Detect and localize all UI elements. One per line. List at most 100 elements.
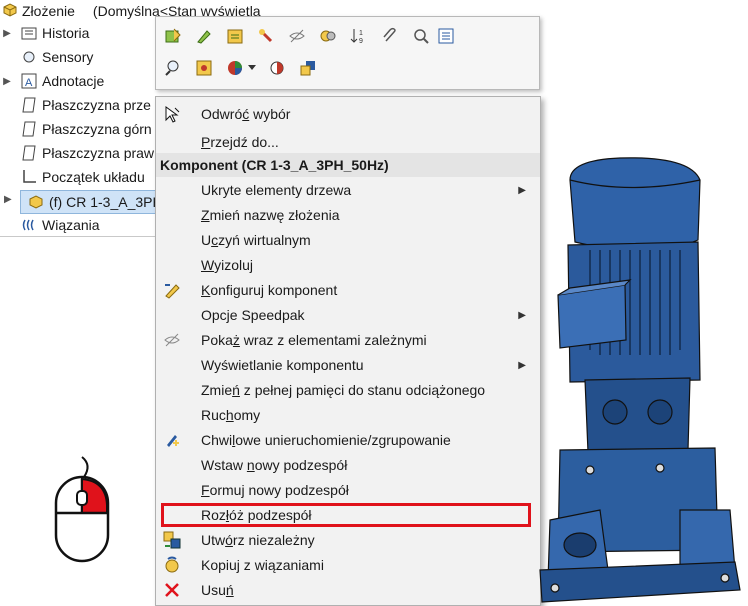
menu-item-label: Odwróć wybór <box>201 106 290 122</box>
expand-arrow-icon[interactable]: ▶ <box>4 194 12 205</box>
plane-icon <box>20 96 38 114</box>
label-suffix: yizoluj <box>214 257 253 273</box>
menu-item[interactable]: Konfiguruj komponent <box>156 278 540 302</box>
tree-item[interactable]: ▶(f) CR 1-3_A_3PH <box>20 190 164 214</box>
submenu-arrow-icon: ▶ <box>518 309 526 321</box>
menu-item[interactable]: Wstaw nowy podzespół <box>156 453 540 477</box>
pump-model-view <box>539 157 741 603</box>
make-independent-icon <box>162 530 182 550</box>
label-prefix: Zmie <box>201 382 233 398</box>
configure-component-icon <box>162 280 182 300</box>
origin-icon <box>20 168 38 186</box>
menu-item[interactable]: Odwróć wybór <box>156 102 540 126</box>
tree-item-label: Wiązania <box>42 217 100 233</box>
menu-item-label: Chwilowe unieruchomienie/zgrupowanie <box>201 432 451 448</box>
component-config-icon[interactable] <box>297 57 319 79</box>
label-suffix: wraz z elementami zależnymi <box>239 332 427 348</box>
tree-item-label: (f) CR 1-3_A_3PH <box>49 194 163 210</box>
label-suffix: óż podzespół <box>229 507 312 523</box>
label-prefix: Ukryte elementy drzewa <box>201 182 352 198</box>
tree-item[interactable]: Płaszczyzna prze <box>0 94 160 116</box>
sensor-icon <box>20 48 38 66</box>
menu-item[interactable]: Ukryte elementy drzewa ▶ <box>156 178 540 202</box>
tree-item[interactable]: Wiązania <box>0 214 160 236</box>
expand-arrow-icon[interactable]: ▶ <box>0 28 14 39</box>
view-isolate-icon[interactable] <box>410 25 432 47</box>
open-drawing-icon[interactable] <box>193 57 215 79</box>
menu-item-label: Usuń <box>201 582 234 598</box>
smart-fastener-icon[interactable] <box>255 25 277 47</box>
menu-item[interactable]: Zmień nazwę złożenia <box>156 203 540 227</box>
menu-item-label: Zmień nazwę złożenia <box>201 207 340 223</box>
tree-item[interactable]: ▶ Historia <box>0 22 160 44</box>
tree-item[interactable]: ▶ A Adnotacje <box>0 70 160 92</box>
plane-icon <box>20 120 38 138</box>
menu-item[interactable]: Chwilowe unieruchomienie/zgrupowanie <box>156 428 540 452</box>
menu-item[interactable]: Utwórz niezależny <box>156 528 540 552</box>
menu-item[interactable]: Wyświetlanie komponentu ▶ <box>156 353 540 377</box>
menu-item-label: Wyświetlanie komponentu <box>201 357 364 373</box>
menu-item[interactable]: Ruchomy <box>156 403 540 427</box>
assembly-icon <box>2 2 18 21</box>
svg-text:1: 1 <box>359 30 363 37</box>
transparency-icon[interactable] <box>317 25 339 47</box>
expand-arrow-icon[interactable]: ▶ <box>0 76 14 87</box>
label-suffix: mień nazwę złożenia <box>209 207 340 223</box>
label-suffix: zyń wirtualnym <box>218 232 311 248</box>
tree-item-label: Płaszczyzna górn <box>42 121 152 137</box>
label-suffix: rz niezależny <box>232 532 315 548</box>
sort-icon[interactable]: 19 <box>348 25 370 47</box>
paperclip-icon[interactable] <box>379 25 401 47</box>
tree-item-label: Sensory <box>42 49 94 65</box>
edit-assembly-icon[interactable] <box>224 25 246 47</box>
tree-item-label: Początek układu <box>42 169 145 185</box>
label-suffix: rzejdź do... <box>210 134 279 150</box>
label-suffix: z pełnej pamięci do stanu odciążonego <box>239 382 486 398</box>
menu-item-label: Wyizoluj <box>201 257 253 273</box>
label-prefix: Utw <box>201 532 226 548</box>
accelerator-key: K <box>201 282 211 298</box>
tree-item[interactable]: Płaszczyzna praw <box>0 142 160 164</box>
menu-item[interactable]: Pokaż wraz z elementami zależnymi <box>156 328 540 352</box>
label-prefix: Poka <box>201 332 233 348</box>
label-prefix: Roz <box>201 507 226 523</box>
menu-item[interactable]: Wyizoluj <box>156 253 540 277</box>
tree-item-label: Historia <box>42 25 90 41</box>
accelerator-key: Z <box>201 207 210 223</box>
menu-item[interactable]: Formuj nowy podzespół <box>156 478 540 502</box>
tree-item[interactable]: Sensory <box>0 46 160 68</box>
menu-item-label: Opcje Speedpak <box>201 307 305 323</box>
menu-item[interactable]: Uczyń wirtualnym <box>156 228 540 252</box>
delete-x-icon <box>162 580 182 600</box>
zoom-to-selection-icon[interactable] <box>162 57 184 79</box>
tree-item[interactable]: Początek układu <box>0 166 160 188</box>
menu-item[interactable]: Przejdź do... <box>156 130 540 154</box>
menu-item-label: Uczyń wirtualnym <box>201 232 311 248</box>
hide-show-icon[interactable] <box>286 25 308 47</box>
change-transparency-icon[interactable] <box>266 57 288 79</box>
menu-item-label: Formuj nowy podzespół <box>201 482 349 498</box>
accelerator-key: n <box>246 457 255 473</box>
label-prefix: Wyświetlanie komponentu <box>201 357 364 373</box>
appearance-dropdown-icon[interactable] <box>246 57 258 79</box>
annotation-icon: A <box>20 72 38 90</box>
menu-item[interactable]: Usuń <box>156 578 540 602</box>
label-prefix: Wstaw <box>201 457 247 473</box>
label-suffix: ormuj nowy podzespół <box>209 482 349 498</box>
menu-item[interactable]: Opcje Speedpak ▶ <box>156 303 540 327</box>
menu-item[interactable]: Kopiuj z wiązaniami <box>156 553 540 577</box>
menu-item[interactable]: Zmień z pełnej pamięci do stanu odciążon… <box>156 378 540 402</box>
edit-component-icon[interactable] <box>193 25 215 47</box>
mates-icon <box>20 216 38 234</box>
context-toolbar: 19 <box>155 16 540 90</box>
accelerator-key: ń <box>225 582 234 598</box>
tree-item[interactable]: Płaszczyzna górn <box>0 118 160 140</box>
appearance-icon[interactable] <box>224 57 246 79</box>
subassembly-icon <box>27 193 45 211</box>
svg-text:9: 9 <box>359 38 363 45</box>
menu-item[interactable]: Rozłóż podzespół <box>161 503 531 527</box>
accelerator-key: ó <box>225 532 233 548</box>
properties-list-icon[interactable] <box>435 25 457 47</box>
label-prefix: Kopiuj z wiązaniami <box>201 557 324 573</box>
open-part-icon[interactable] <box>162 25 184 47</box>
